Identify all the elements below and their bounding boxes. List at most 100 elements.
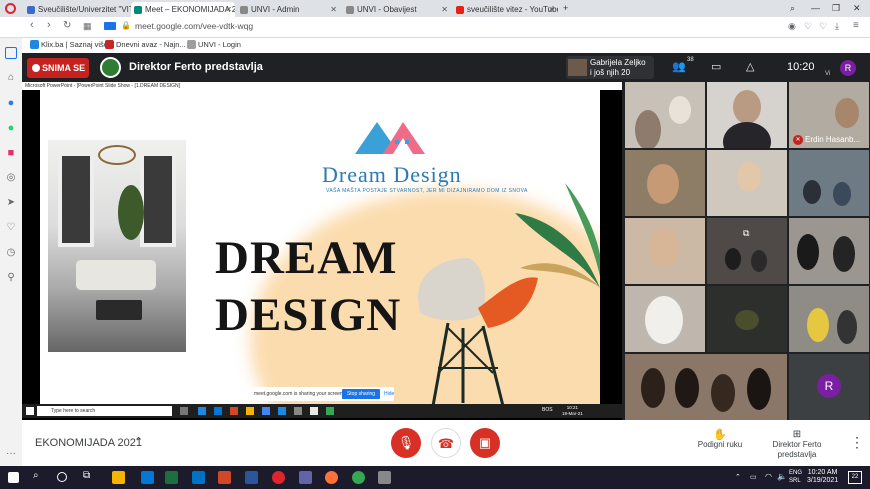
person-shape xyxy=(647,164,679,204)
people-icon[interactable]: 👥 xyxy=(672,60,686,73)
windows-start-icon[interactable] xyxy=(8,472,19,483)
close-tab-icon[interactable]: ✕ xyxy=(441,2,448,17)
chat-icon[interactable]: ▭ xyxy=(711,60,721,73)
tab-sveuciliste[interactable]: Sveučilište/Univerzitet "VIT xyxy=(24,2,131,17)
bookmark-avaz[interactable]: Dnevni avaz - Najn... xyxy=(105,40,186,49)
lock-icon[interactable]: 🔒 xyxy=(121,21,131,30)
reload-icon[interactable]: ↻ xyxy=(63,20,71,31)
opera-taskbar-icon[interactable] xyxy=(272,471,285,484)
send-icon[interactable]: ➤ xyxy=(5,197,17,209)
participant-tile-avatar[interactable]: R xyxy=(789,354,869,420)
camera-toggle-button[interactable]: ▣ xyxy=(470,428,500,458)
close-window-icon[interactable]: ✕ xyxy=(853,0,861,17)
search-tabs-icon[interactable]: ⌕ xyxy=(790,0,795,17)
word-icon[interactable] xyxy=(245,471,258,484)
opera-sidebar: ⌂ ● ● ■ ◎ ➤ ♡ ◷ ⚲ ··· xyxy=(0,38,22,466)
location-icon[interactable]: ⚲ xyxy=(5,272,17,284)
excel-icon[interactable] xyxy=(165,471,178,484)
url-field[interactable]: meet.google.com/vee-vdtk-wqg xyxy=(135,21,253,31)
pin-icon[interactable]: ⧉ xyxy=(743,228,749,239)
wifi-icon[interactable]: ◠ xyxy=(765,472,772,481)
participant-tile-erdin[interactable]: ✕ Erdin Hasanb... xyxy=(789,82,869,148)
snapshot-icon[interactable]: ◉ xyxy=(788,21,796,32)
bookmark-heart-icon[interactable]: ♡ xyxy=(804,21,812,32)
menu-icon[interactable]: ≡ xyxy=(853,20,859,31)
history-icon[interactable]: ◷ xyxy=(5,247,17,259)
new-tab-button[interactable]: + xyxy=(563,0,568,17)
store-icon[interactable] xyxy=(141,471,154,484)
volume-icon[interactable]: 🔈 xyxy=(777,472,787,481)
input-language[interactable]: ENG SRL xyxy=(789,469,802,485)
participant-tile[interactable] xyxy=(789,150,869,216)
slide-title-line2: DESIGN xyxy=(215,289,402,341)
participant-tile[interactable]: ⧉ xyxy=(707,218,787,284)
forward-icon[interactable]: › xyxy=(47,19,51,31)
participant-tile-wide[interactable] xyxy=(625,354,787,420)
participant-tile[interactable] xyxy=(625,82,705,148)
download-icon[interactable]: ⤓ xyxy=(835,21,839,32)
participant-preview[interactable]: Gabrijela Zeljko i još njih 20 xyxy=(566,56,654,79)
present-now-button[interactable]: ⊞ Direktor Ferto predstavlja xyxy=(764,430,830,460)
activities-icon[interactable]: △ xyxy=(746,60,754,73)
grid-speed-dial-icon[interactable]: ▦ xyxy=(83,21,92,32)
home-icon[interactable]: ⌂ xyxy=(5,72,17,84)
mic-toggle-button[interactable]: 🎙 xyxy=(391,428,421,458)
whatsapp-icon[interactable]: ● xyxy=(5,122,17,134)
participant-tile[interactable] xyxy=(789,286,869,352)
camera-in-use-icon[interactable] xyxy=(104,22,116,30)
back-icon[interactable]: ‹ xyxy=(30,19,34,31)
favorites-icon[interactable]: ♡ xyxy=(5,222,17,234)
close-tab-icon[interactable]: ✕ xyxy=(225,2,232,17)
tray-arrow-icon[interactable]: ⌃ xyxy=(735,473,741,481)
participant-tile[interactable] xyxy=(625,150,705,216)
teams-icon[interactable] xyxy=(299,471,312,484)
minimize-icon[interactable]: — xyxy=(811,0,820,17)
chrome-icon[interactable] xyxy=(352,471,365,484)
chevron-up-icon[interactable]: ⌃ xyxy=(134,435,143,448)
stop-sharing-button[interactable]: Stop sharing xyxy=(342,389,380,399)
maximize-icon[interactable]: ❐ xyxy=(832,0,840,17)
outlook-icon[interactable] xyxy=(192,471,205,484)
close-tab-icon[interactable]: ✕ xyxy=(548,2,555,17)
network-icon[interactable]: ▭ xyxy=(750,473,757,481)
firefox-icon[interactable] xyxy=(325,471,338,484)
more-options-icon[interactable]: ⋮ xyxy=(850,434,864,451)
player-icon[interactable]: ◎ xyxy=(5,172,17,184)
tab-label: Meet – EKONOMIJADA 202 xyxy=(145,5,235,14)
tab-meet[interactable]: Meet – EKONOMIJADA 202 ✕ xyxy=(131,2,235,17)
notification-center-icon[interactable]: 22 xyxy=(848,471,862,484)
participant-tile[interactable] xyxy=(789,218,869,284)
task-view-icon[interactable]: ⧉ xyxy=(83,470,96,483)
raise-hand-button[interactable]: ✋ Podigni ruku xyxy=(690,430,750,450)
cortana-icon[interactable] xyxy=(57,472,67,482)
app-icon[interactable] xyxy=(378,471,391,484)
clock-date: 3/19/2021 xyxy=(807,477,839,484)
messenger-icon[interactable]: ● xyxy=(5,97,17,109)
present-icon: ⊞ xyxy=(792,429,802,440)
participant-tile[interactable] xyxy=(707,286,787,352)
close-tab-icon[interactable]: ✕ xyxy=(330,2,337,17)
hide-button[interactable]: Hide xyxy=(384,391,394,397)
heart-icon[interactable]: ♡ xyxy=(819,21,827,32)
meeting-name: EKONOMIJADA 2021 xyxy=(35,437,142,449)
participant-tile[interactable] xyxy=(625,218,705,284)
bookmark-unvi-login[interactable]: UNVI - Login xyxy=(187,40,241,49)
bookmark-klix[interactable]: Klix.ba | Saznaj više xyxy=(30,40,108,49)
tab-unvi-obavijest[interactable]: UNVI - Obavijest ✕ xyxy=(343,2,451,17)
search-icon[interactable]: ⌕ xyxy=(33,470,46,483)
system-clock[interactable]: 10:20 AM 3/19/2021 xyxy=(807,469,838,485)
opera-logo-icon[interactable] xyxy=(5,3,16,14)
self-label: Vi xyxy=(825,71,831,77)
instagram-icon[interactable]: ■ xyxy=(5,147,17,159)
speed-dial-icon[interactable] xyxy=(5,47,17,59)
file-explorer-icon[interactable] xyxy=(112,471,125,484)
sidebar-more-icon[interactable]: ··· xyxy=(5,448,17,460)
participant-tile[interactable] xyxy=(707,150,787,216)
self-avatar[interactable]: R xyxy=(840,60,856,76)
participant-tile[interactable] xyxy=(625,286,705,352)
leave-call-button[interactable]: ☎ xyxy=(431,428,461,458)
participant-tile[interactable] xyxy=(707,82,787,148)
tab-youtube[interactable]: sveučilište vitez - YouTube ✕ xyxy=(453,2,558,17)
powerpoint-icon[interactable] xyxy=(218,471,231,484)
tab-unvi-admin[interactable]: UNVI - Admin ✕ xyxy=(237,2,340,17)
